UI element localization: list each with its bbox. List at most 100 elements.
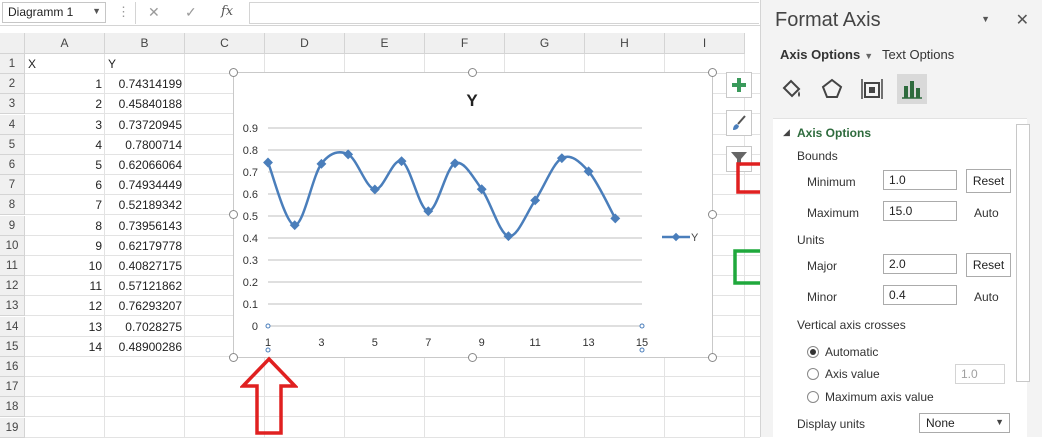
radio-axis-value[interactable] bbox=[807, 368, 819, 380]
row-header[interactable]: 11 bbox=[0, 256, 25, 276]
cell[interactable]: 0.40827175 bbox=[105, 256, 185, 276]
cell[interactable]: 6 bbox=[25, 175, 105, 195]
chevron-down-icon[interactable]: ▼ bbox=[864, 51, 873, 61]
cell[interactable]: 0.52189342 bbox=[105, 195, 185, 215]
cell[interactable]: 0.62179778 bbox=[105, 236, 185, 256]
section-axis-options[interactable]: Axis Options bbox=[797, 126, 871, 140]
cell[interactable]: 0.73956143 bbox=[105, 216, 185, 236]
axis-value-input[interactable]: 1.0 bbox=[955, 364, 1005, 384]
row-header[interactable]: 1 bbox=[0, 54, 25, 74]
chevron-down-icon[interactable]: ▼ bbox=[981, 14, 990, 24]
fx-icon[interactable]: fx bbox=[221, 4, 233, 19]
row-header[interactable]: 12 bbox=[0, 276, 25, 297]
fill-line-button[interactable] bbox=[777, 74, 807, 104]
row-header[interactable]: 19 bbox=[0, 417, 25, 438]
major-input[interactable]: 2.0 bbox=[883, 254, 957, 274]
axis-selection-handle[interactable] bbox=[265, 323, 271, 329]
chart-area[interactable]: Y 0 0.1 0.2 0.3 0.4 0.5 0.6 0.7 0.8 0.9 1 3 5 7 9 11 13… bbox=[233, 72, 713, 358]
resize-handle[interactable] bbox=[229, 353, 238, 362]
cell[interactable]: 0.57121862 bbox=[105, 276, 185, 296]
row-header[interactable]: 4 bbox=[0, 114, 25, 135]
size-properties-button[interactable] bbox=[857, 74, 887, 104]
cell[interactable]: 11 bbox=[25, 276, 105, 296]
row-header[interactable]: 16 bbox=[0, 357, 25, 377]
cell[interactable]: 12 bbox=[25, 296, 105, 316]
cell[interactable]: Y bbox=[105, 54, 185, 74]
resize-handle[interactable] bbox=[229, 68, 238, 77]
chevron-down-icon[interactable]: ▼ bbox=[995, 417, 1004, 427]
radio-max-axis-value-label[interactable]: Maximum axis value bbox=[825, 390, 934, 404]
radio-axis-value-label[interactable]: Axis value bbox=[825, 367, 880, 381]
data-point[interactable] bbox=[263, 157, 273, 168]
radio-automatic-label[interactable]: Automatic bbox=[825, 345, 878, 359]
row-header[interactable]: 10 bbox=[0, 235, 25, 256]
cell[interactable]: 4 bbox=[25, 135, 105, 155]
close-icon[interactable]: ✕ bbox=[1016, 10, 1029, 30]
chevron-down-icon[interactable]: ▼ bbox=[92, 6, 101, 16]
formula-input[interactable] bbox=[249, 2, 759, 24]
cell[interactable]: 0.7028275 bbox=[105, 317, 185, 337]
resize-handle[interactable] bbox=[708, 210, 717, 219]
cell[interactable]: 8 bbox=[25, 216, 105, 236]
row-header[interactable]: 7 bbox=[0, 175, 25, 196]
row-header[interactable]: 15 bbox=[0, 336, 25, 357]
reset-major-button[interactable]: Reset bbox=[966, 253, 1011, 277]
resize-handle[interactable] bbox=[468, 353, 477, 362]
row-header[interactable]: 14 bbox=[0, 316, 25, 337]
column-header[interactable]: B bbox=[105, 33, 185, 54]
cell[interactable]: 0.76293207 bbox=[105, 296, 185, 316]
resize-handle[interactable] bbox=[708, 68, 717, 77]
resize-handle[interactable] bbox=[229, 210, 238, 219]
cell[interactable]: 0.7800714 bbox=[105, 135, 185, 155]
cell[interactable]: 0.48900286 bbox=[105, 337, 185, 357]
row-header[interactable]: 18 bbox=[0, 397, 25, 418]
select-all-corner[interactable] bbox=[0, 33, 25, 54]
cell[interactable]: 1 bbox=[25, 74, 105, 94]
cell[interactable]: 0.62066064 bbox=[105, 155, 185, 175]
column-header[interactable]: A bbox=[25, 33, 105, 54]
row-header[interactable]: 9 bbox=[0, 215, 25, 236]
close-icon[interactable]: ✕ bbox=[148, 4, 160, 21]
cell[interactable]: 10 bbox=[25, 256, 105, 276]
cell[interactable]: 3 bbox=[25, 115, 105, 135]
row-header[interactable]: 5 bbox=[0, 134, 25, 155]
row-header[interactable]: 17 bbox=[0, 377, 25, 398]
axis-selection-handle[interactable] bbox=[639, 323, 645, 329]
resize-handle[interactable] bbox=[708, 353, 717, 362]
tab-axis-options[interactable]: Axis Options ▼ bbox=[780, 47, 873, 62]
row-header[interactable]: 3 bbox=[0, 94, 25, 115]
cell[interactable]: 2 bbox=[25, 94, 105, 114]
row-header[interactable]: 2 bbox=[0, 74, 25, 95]
chart-elements-button[interactable] bbox=[726, 72, 752, 98]
collapse-triangle-icon[interactable]: ◢ bbox=[783, 127, 790, 138]
cell[interactable]: 9 bbox=[25, 236, 105, 256]
reset-minimum-button[interactable]: Reset bbox=[966, 169, 1011, 193]
cell[interactable]: 0.45840188 bbox=[105, 94, 185, 114]
radio-max-axis-value[interactable] bbox=[807, 391, 819, 403]
column-header[interactable]: G bbox=[505, 33, 585, 54]
row-header[interactable]: 6 bbox=[0, 155, 25, 175]
pane-scrollbar[interactable] bbox=[1016, 124, 1030, 382]
maximum-input[interactable]: 15.0 bbox=[883, 201, 957, 221]
minimum-input[interactable]: 1.0 bbox=[883, 170, 957, 190]
data-point[interactable] bbox=[610, 213, 621, 224]
column-header[interactable]: I bbox=[665, 33, 745, 54]
axis-options-button[interactable] bbox=[897, 74, 927, 104]
effects-button[interactable] bbox=[817, 74, 847, 104]
check-icon[interactable]: ✓ bbox=[185, 4, 197, 21]
cell[interactable]: 0.74314199 bbox=[105, 74, 185, 94]
resize-handle[interactable] bbox=[468, 68, 477, 77]
column-header[interactable]: F bbox=[425, 33, 505, 54]
row-header[interactable]: 13 bbox=[0, 296, 25, 317]
cell[interactable]: 0.74934449 bbox=[105, 175, 185, 195]
name-box[interactable]: Diagramm 1 ▼ bbox=[2, 2, 106, 23]
chart-styles-button[interactable] bbox=[726, 110, 752, 136]
row-header[interactable]: 8 bbox=[0, 195, 25, 216]
cell[interactable]: 13 bbox=[25, 317, 105, 337]
display-units-select[interactable]: None ▼ bbox=[919, 413, 1010, 433]
cell[interactable]: 0.73720945 bbox=[105, 115, 185, 135]
cell[interactable]: 14 bbox=[25, 337, 105, 357]
column-header[interactable]: D bbox=[265, 33, 345, 54]
tab-text-options[interactable]: Text Options bbox=[882, 47, 954, 62]
cell[interactable]: 7 bbox=[25, 195, 105, 215]
